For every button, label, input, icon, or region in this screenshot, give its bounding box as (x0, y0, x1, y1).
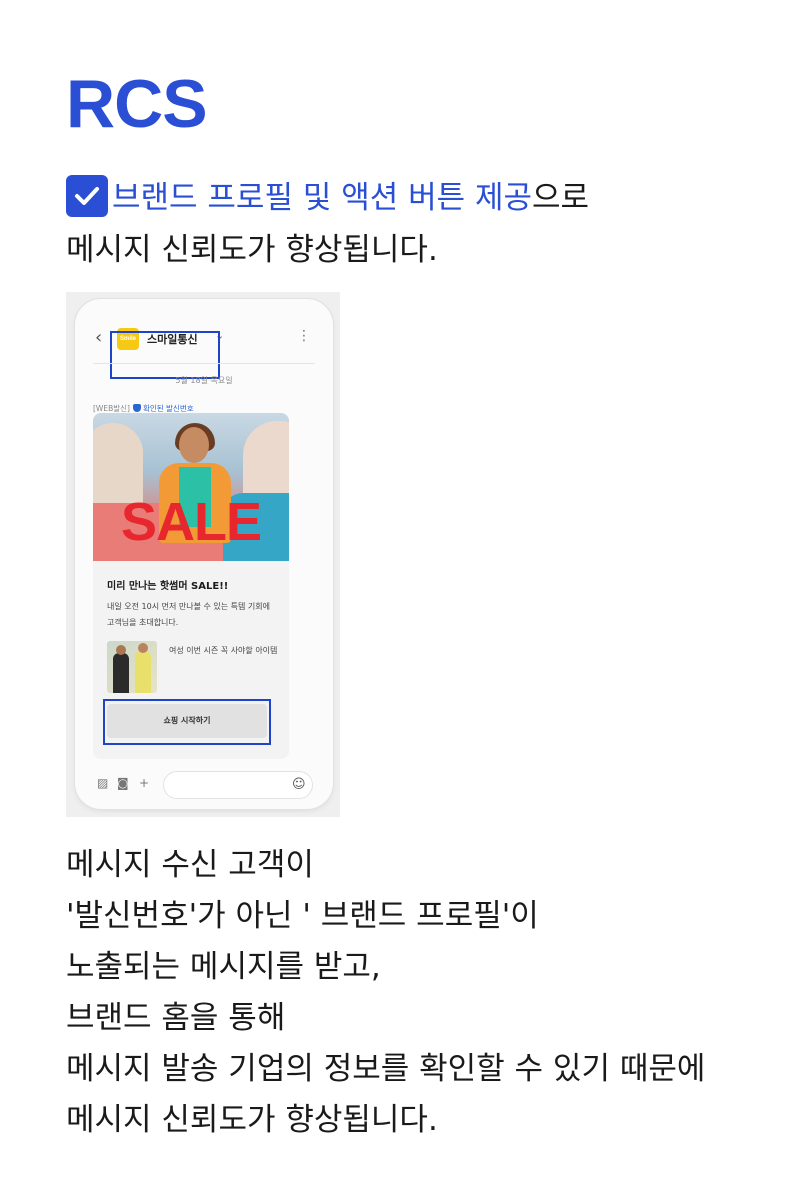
item-thumbnail (107, 641, 157, 693)
phone-screen: ‹ Smile 스마일통신 ⌄ ⋮ 5월 18일 목요일 [WEB발신] 확인된 … (75, 299, 333, 809)
lead-suffix: 으로 (532, 180, 590, 216)
message-date: 5월 18일 목요일 (175, 376, 233, 385)
item-description: 여성 이번 시즌 꼭 사야할 아이템 (169, 646, 278, 655)
verified-shield-icon (132, 404, 141, 412)
body-line: 메시지 발송 기업의 정보를 확인할 수 있기 때문에 (66, 1051, 706, 1087)
camera-icon[interactable]: ◙ (117, 776, 129, 790)
lead-line-2: 메시지 신뢰도가 향상됩니다. (66, 232, 438, 268)
lead-line-1: 브랜드 프로필 및 액션 버튼 제공으로 (66, 172, 589, 224)
emoji-icon[interactable]: ☺ (292, 777, 306, 792)
rich-card: SALE 미리 만나는 핫썸머 SALE!! 내일 오전 10시 먼저 만나볼 … (93, 413, 289, 759)
body-line: 브랜드 홈을 통해 (66, 1000, 286, 1036)
sender-tag: [WEB발신] (93, 404, 130, 413)
body-line: 메시지 수신 고객이 (66, 847, 314, 883)
message-input-bar: ▨ ◙ + ☺ (93, 771, 319, 801)
page-title: RCS (66, 66, 208, 142)
card-description: 내일 오전 10시 먼저 만나볼 수 있는 특템 기회에 고객님을 초대합니다. (107, 602, 271, 627)
header-divider (93, 363, 315, 364)
plus-icon[interactable]: + (139, 776, 149, 790)
message-input[interactable]: ☺ (163, 771, 313, 799)
lead-text: 브랜드 프로필 및 액션 버튼 제공으로 메시지 신뢰도가 향상됩니다. (66, 172, 589, 276)
verified-label: 확인된 발신번호 (142, 404, 194, 413)
body-line: 메시지 신뢰도가 향상됩니다. (66, 1102, 438, 1138)
chat-header: ‹ Smile 스마일통신 ⌄ ⋮ (75, 321, 333, 379)
brand-profile-highlight (110, 331, 220, 379)
sale-text: SALE (120, 492, 262, 552)
back-arrow-icon[interactable]: ‹ (95, 327, 102, 348)
body-line: 노출되는 메시지를 받고, (66, 949, 381, 985)
body-line: '발신번호'가 아닌 ' 브랜드 프로필'이 (66, 898, 539, 934)
more-options-icon[interactable]: ⋮ (297, 328, 311, 344)
card-title: 미리 만나는 핫썸머 SALE!! (107, 581, 229, 592)
checkbox-icon (66, 175, 108, 217)
sale-hero-image: SALE (93, 413, 289, 561)
phone-mockup-image: ‹ Smile 스마일통신 ⌄ ⋮ 5월 18일 목요일 [WEB발신] 확인된 … (66, 292, 340, 817)
action-button-highlight (103, 699, 271, 745)
gallery-icon[interactable]: ▨ (97, 776, 108, 790)
body-text: 메시지 수신 고객이 '발신번호'가 아닌 ' 브랜드 프로필'이 노출되는 메… (66, 840, 705, 1146)
lead-highlight: 브랜드 프로필 및 액션 버튼 제공 (112, 180, 533, 216)
